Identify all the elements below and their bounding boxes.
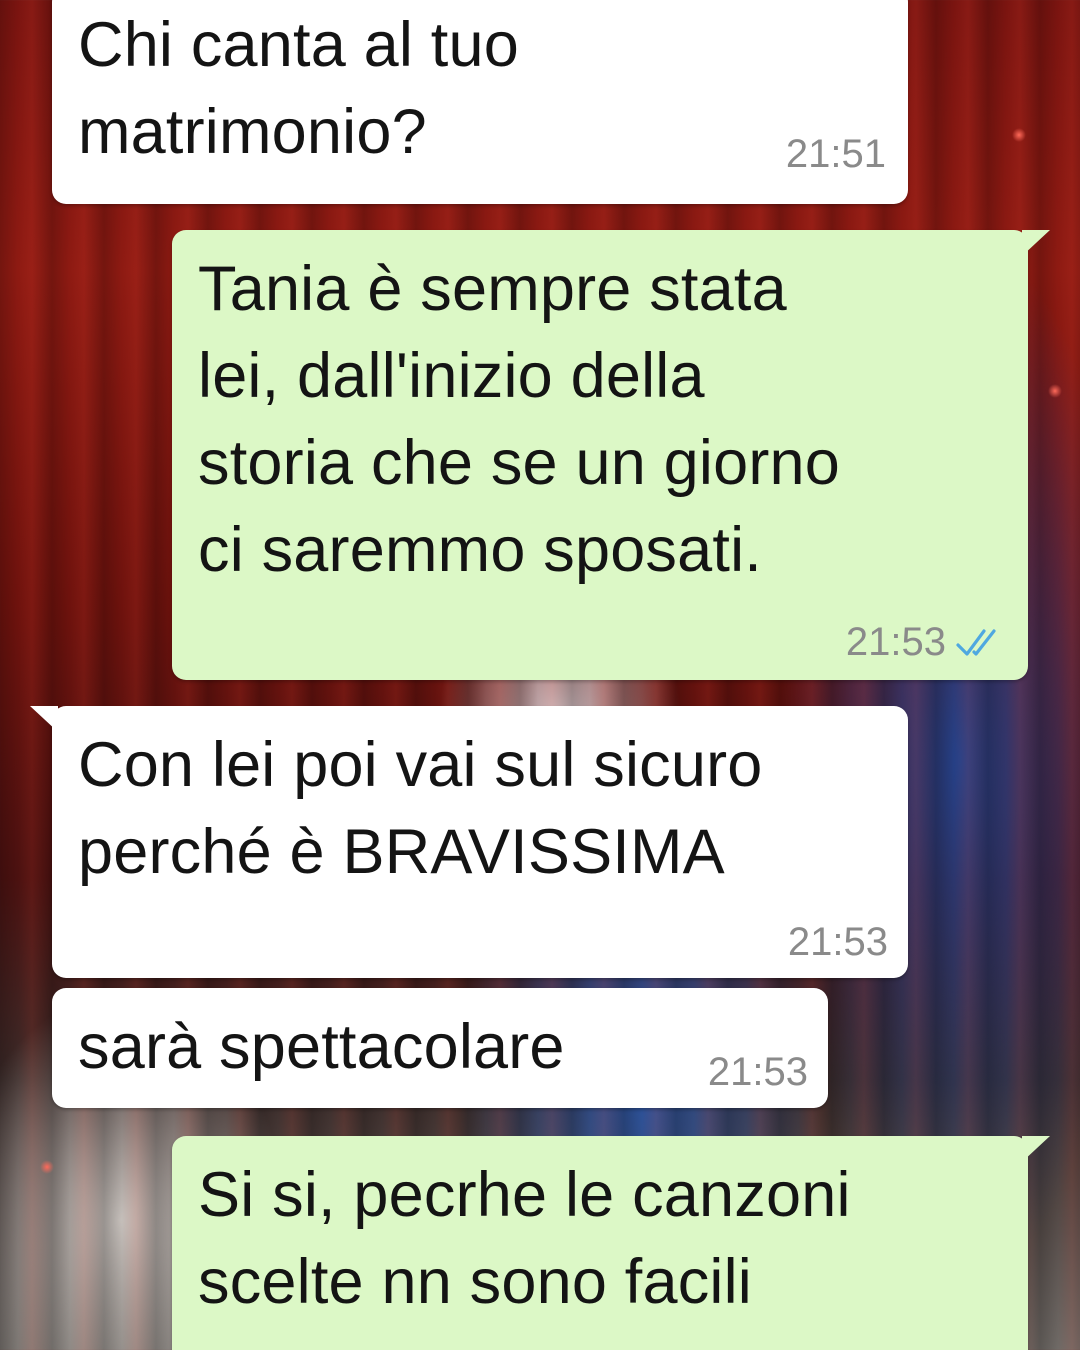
message-text: Con lei poi vai sul sicuro perché è BRAV… [78,730,763,887]
message-bubble-incoming[interactable]: sarà spettacolare 21:53 [52,988,828,1108]
message-text: Tania è sempre stata lei, dall'inizio de… [198,254,840,585]
background-light [1048,384,1062,398]
message-text: Chi canta al tuo matrimonio? [78,10,519,167]
double-check-read-icon [956,629,996,656]
message-timestamp: 21:51 [785,132,886,176]
message-bubble-incoming[interactable]: Chi canta al tuo matrimonio? 21:51 [52,0,908,204]
bubble-tail [1022,1136,1050,1162]
message-time: 21:53 [846,622,1004,662]
message-timestamp: 21:53 [707,1050,808,1094]
message-time: 21:53 [708,1052,808,1092]
message-time: 21:51 [786,134,886,174]
message-bubble-outgoing[interactable]: Tania è sempre stata lei, dall'inizio de… [172,230,1050,680]
bubble-tail [1022,230,1050,256]
background-light [40,1160,54,1174]
message-timestamp: 21:53 [845,620,946,664]
message-bubble-incoming[interactable]: Con lei poi vai sul sicuro perché è BRAV… [30,706,908,978]
message-text: Si si, pecrhe le canzoni scelte nn sono … [198,1160,851,1317]
message-text: sarà spettacolare [78,1012,565,1082]
message-timestamp: 21:53 [787,920,888,964]
message-time: 21:53 [788,922,888,962]
bubble-tail [30,706,58,732]
background-light [1012,128,1026,142]
message-bubble-outgoing[interactable]: Si si, pecrhe le canzoni scelte nn sono … [172,1136,1050,1350]
